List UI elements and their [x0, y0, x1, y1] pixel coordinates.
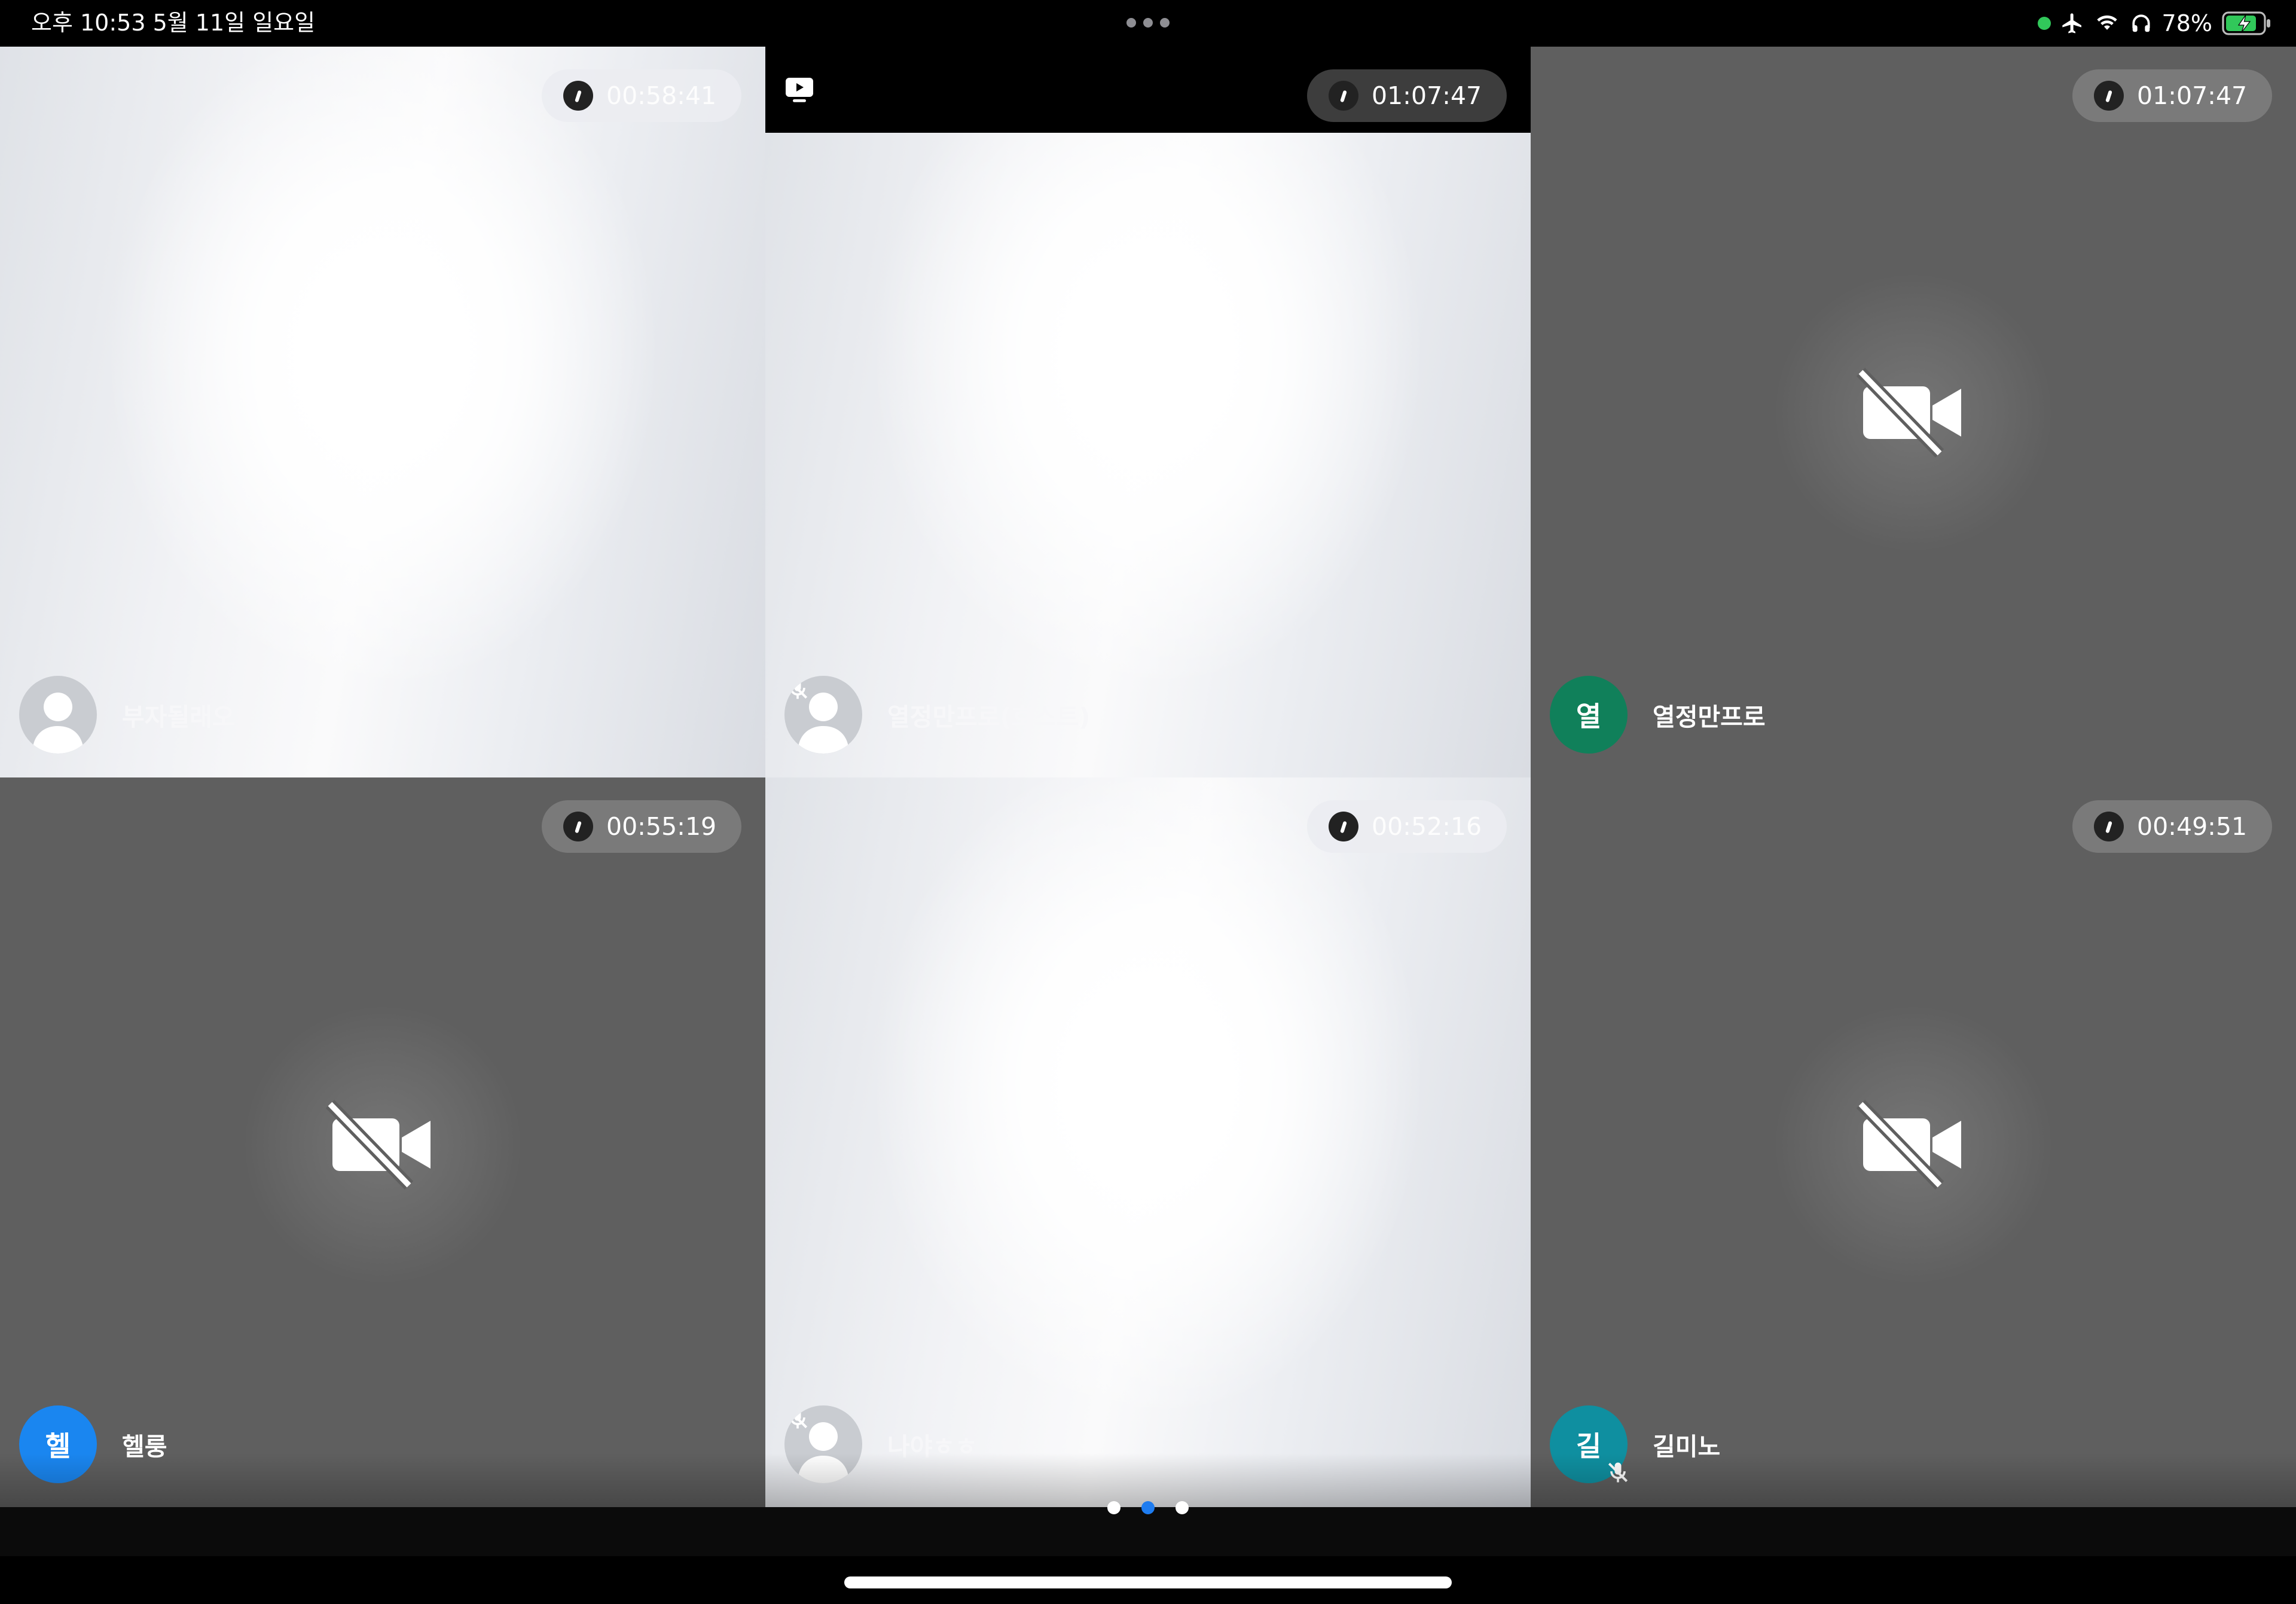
- page-dot[interactable]: [1107, 1501, 1120, 1514]
- headphones-icon: [2132, 14, 2150, 32]
- participant-name: 열정만프로: [1653, 703, 1766, 731]
- participant-tile[interactable]: 00:58:41 부자될래오: [0, 47, 765, 777]
- elapsed-timer: 00:58:41: [542, 69, 741, 122]
- camera-off-indicator: [1776, 1007, 2051, 1282]
- page-dot[interactable]: [1176, 1501, 1189, 1514]
- camera-in-use-dot-icon: [2037, 17, 2051, 30]
- airplane-icon: [2062, 13, 2081, 33]
- participant-name: 부자될래오: [122, 703, 235, 731]
- wifi-icon: [2096, 15, 2117, 30]
- clock-icon: [563, 81, 593, 111]
- timer-text: 00:49:51: [2137, 812, 2248, 841]
- clock-icon: [1329, 81, 1358, 111]
- status-bar: 오후 10:53 5월 11일 일요일 78%: [0, 0, 2296, 47]
- tv-play-icon[interactable]: [784, 75, 814, 104]
- page-dot-active[interactable]: [1141, 1501, 1155, 1514]
- video-camera-slash-icon: [1856, 368, 1961, 458]
- elapsed-timer: 00:52:16: [1307, 800, 1507, 853]
- participant-info: 열 열정만프로: [1550, 676, 1766, 754]
- multitasking-dots-icon[interactable]: [1126, 18, 1170, 29]
- battery-percentage: 78%: [2161, 10, 2212, 36]
- avatar: [784, 676, 862, 754]
- elapsed-timer: 01:07:47: [2072, 69, 2272, 122]
- elapsed-timer: 00:49:51: [2072, 800, 2272, 853]
- participant-tile[interactable]: 00:55:19 헬 헬룽: [0, 777, 765, 1507]
- participant-tile[interactable]: 00:49:51 길 길미노: [1531, 777, 2296, 1507]
- clock-icon: [2094, 812, 2124, 841]
- clock-icon: [563, 812, 593, 841]
- elapsed-timer: 01:07:47: [1307, 69, 1507, 122]
- camera-off-indicator: [1776, 275, 2051, 550]
- status-icons: 78%: [2037, 6, 2272, 41]
- avatar: [19, 676, 97, 754]
- clock-icon: [1329, 812, 1358, 841]
- home-indicator[interactable]: [844, 1576, 1452, 1588]
- participant-tile[interactable]: 01:07:47 열 열정만프로: [1531, 47, 2296, 777]
- participant-tile[interactable]: 00:52:16 나야ㅎㅎ: [765, 777, 1531, 1507]
- avatar: 열: [1550, 676, 1628, 754]
- camera-off-indicator: [245, 1007, 520, 1282]
- timer-text: 01:07:47: [1372, 81, 1482, 110]
- battery-charging-icon: [2222, 11, 2270, 35]
- clock-icon: [2094, 81, 2124, 111]
- microphone-slash-icon: [787, 679, 808, 699]
- elapsed-timer: 00:55:19: [542, 800, 741, 853]
- participant-info: 열정만프로(호스트): [784, 676, 1090, 754]
- page-indicator[interactable]: [1107, 1500, 1189, 1515]
- status-time: 오후 10:53 5월 11일 일요일: [31, 10, 316, 36]
- timer-text: 00:58:41: [606, 81, 717, 110]
- video-grid: 00:58:41 부자될래오 01:07:47 열정만프로(호스트) 01:07…: [0, 47, 2296, 1507]
- video-camera-slash-icon: [1856, 1100, 1961, 1190]
- video-camera-slash-icon: [325, 1100, 430, 1190]
- timer-text: 00:55:19: [606, 812, 717, 841]
- timer-text: 00:52:16: [1372, 812, 1482, 841]
- participant-name: 열정만프로(호스트): [887, 703, 1091, 731]
- avatar-initial: 열: [1576, 700, 1602, 733]
- participant-tile[interactable]: 01:07:47 열정만프로(호스트): [765, 47, 1531, 777]
- person-silhouette-icon: [32, 693, 84, 754]
- timer-text: 01:07:47: [2137, 81, 2248, 110]
- microphone-slash-icon: [787, 1408, 808, 1429]
- participant-info: 부자될래오: [19, 676, 235, 754]
